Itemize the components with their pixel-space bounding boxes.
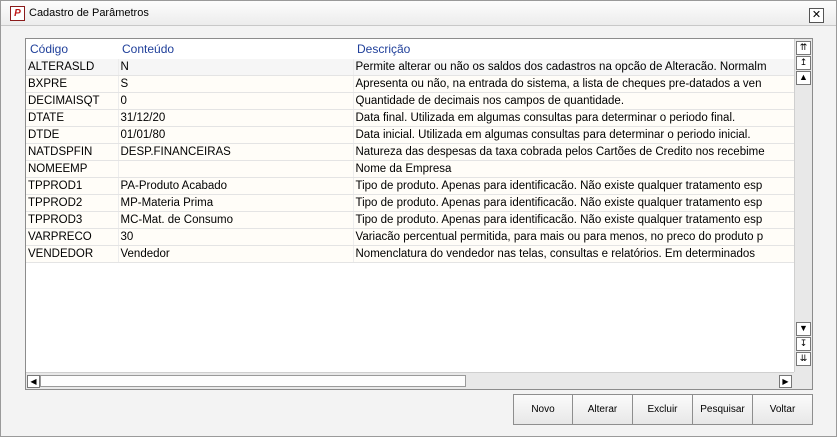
cell-content: 31/12/20: [118, 109, 354, 127]
window-title: Cadastro de Parâmetros: [29, 7, 149, 19]
cell-code: TPPROD1: [26, 177, 119, 195]
table-row[interactable]: DTATE 31/12/20 Data final. Utilizada em al…: [26, 109, 794, 127]
cell-description: Quantidade de decimais nos campos de qua…: [353, 92, 794, 110]
table-row[interactable]: TPPROD2 MP-Materia Prima Tipo de produto. …: [26, 194, 794, 212]
cell-code: DECIMAISQT: [26, 92, 119, 110]
scroll-up-icon[interactable]: ▲: [796, 71, 811, 85]
action-buttons: Novo Alterar Excluir Pesquisar Voltar: [513, 394, 813, 426]
edit-button[interactable]: Alterar: [572, 394, 633, 425]
cell-content: 0: [118, 92, 354, 110]
vertical-scrollbar[interactable]: ⇈ ↥ ▲ ▼ ↧ ⇊: [794, 39, 812, 372]
cell-description: Nome da Empresa: [353, 160, 794, 178]
horizontal-scrollbar[interactable]: ◀ ▶: [26, 372, 794, 389]
cell-code: NOMEEMP: [26, 160, 119, 178]
cell-content: Vendedor: [118, 245, 354, 263]
parameters-window: P Cadastro de Parâmetros ✕ Código Conteú…: [0, 0, 837, 437]
app-icon: P: [10, 6, 25, 21]
cell-content: DESP.FINANCEIRAS: [118, 143, 354, 161]
grid-body: Código Conteúdo Descrição ALTERASLD N Perm…: [26, 39, 794, 372]
cell-content: PA-Produto Acabado: [118, 177, 354, 195]
scroll-down-icon[interactable]: ▼: [796, 322, 811, 336]
parameters-grid: Código Conteúdo Descrição ALTERASLD N Perm…: [25, 38, 813, 390]
delete-button[interactable]: Excluir: [632, 394, 693, 425]
cell-description: Data inicial. Utilizada em algumas consu…: [353, 126, 794, 144]
cell-content: MP-Materia Prima: [118, 194, 354, 212]
scroll-page-down-icon[interactable]: ↧: [796, 337, 811, 351]
table-row[interactable]: BXPRE S Apresenta ou não, na entrada do si…: [26, 75, 794, 93]
cell-code: DTATE: [26, 109, 119, 127]
cell-content: 30: [118, 228, 354, 246]
cell-description: Tipo de produto. Apenas para identificac…: [353, 211, 794, 229]
table-row[interactable]: NATDSPFIN DESP.FINANCEIRAS Natureza das de…: [26, 143, 794, 161]
cell-code: DTDE: [26, 126, 119, 144]
search-button[interactable]: Pesquisar: [692, 394, 753, 425]
table-row[interactable]: DECIMAISQT 0 Quantidade de decimais nos ca…: [26, 92, 794, 110]
cell-content: S: [118, 75, 354, 93]
scroll-last-icon[interactable]: ⇊: [796, 352, 811, 366]
table-row[interactable]: VARPRECO 30 Variacão percentual permitida,…: [26, 228, 794, 246]
cell-code: NATDSPFIN: [26, 143, 119, 161]
table-row[interactable]: TPPROD1 PA-Produto Acabado Tipo de produto…: [26, 177, 794, 195]
column-header-code[interactable]: Código: [26, 39, 118, 59]
close-icon[interactable]: ✕: [809, 8, 824, 23]
cell-code: VENDEDOR: [26, 245, 119, 263]
new-button[interactable]: Novo: [513, 394, 573, 425]
cell-description: Data final. Utilizada em algumas consult…: [353, 109, 794, 127]
header-row: Código Conteúdo Descrição: [26, 39, 794, 59]
table-row[interactable]: TPPROD3 MC-Mat. de Consumo Tipo de produto…: [26, 211, 794, 229]
cell-content: N: [118, 59, 354, 76]
column-header-description[interactable]: Descrição: [353, 39, 794, 59]
cell-content: [118, 160, 354, 178]
table-row[interactable]: ALTERASLD N Permite alterar ou não os sald…: [26, 59, 794, 76]
horizontal-scroll-thumb[interactable]: [40, 375, 466, 387]
parameters-table: Código Conteúdo Descrição ALTERASLD N Perm…: [26, 39, 794, 263]
cell-code: VARPRECO: [26, 228, 119, 246]
cell-description: Tipo de produto. Apenas para identificac…: [353, 194, 794, 212]
cell-description: Tipo de produto. Apenas para identificac…: [353, 177, 794, 195]
cell-description: Nomenclatura do vendedor nas telas, cons…: [353, 245, 794, 263]
cell-code: TPPROD3: [26, 211, 119, 229]
table-row[interactable]: NOMEEMP Nome da Empresa: [26, 160, 794, 178]
scroll-corner: [794, 372, 812, 389]
cell-description: Permite alterar ou não os saldos dos cad…: [353, 59, 794, 76]
cell-description: Natureza das despesas da taxa cobrada pe…: [353, 143, 794, 161]
scroll-first-icon[interactable]: ⇈: [796, 41, 811, 55]
cell-content: 01/01/80: [118, 126, 354, 144]
table-row[interactable]: DTDE 01/01/80 Data inicial. Utilizada em a…: [26, 126, 794, 144]
cell-code: TPPROD2: [26, 194, 119, 212]
scroll-left-icon[interactable]: ◀: [27, 375, 40, 388]
cell-code: BXPRE: [26, 75, 119, 93]
column-header-content[interactable]: Conteúdo: [118, 39, 353, 59]
table-row[interactable]: VENDEDOR Vendedor Nomenclatura do vendedor…: [26, 245, 794, 263]
back-button[interactable]: Voltar: [752, 394, 813, 425]
cell-code: ALTERASLD: [26, 59, 119, 76]
title-bar: P Cadastro de Parâmetros ✕: [1, 1, 836, 26]
cell-description: Variacão percentual permitida, para mais…: [353, 228, 794, 246]
scroll-page-up-icon[interactable]: ↥: [796, 56, 811, 70]
cell-content: MC-Mat. de Consumo: [118, 211, 354, 229]
cell-description: Apresenta ou não, na entrada do sistema,…: [353, 75, 794, 93]
scroll-right-icon[interactable]: ▶: [779, 375, 792, 388]
